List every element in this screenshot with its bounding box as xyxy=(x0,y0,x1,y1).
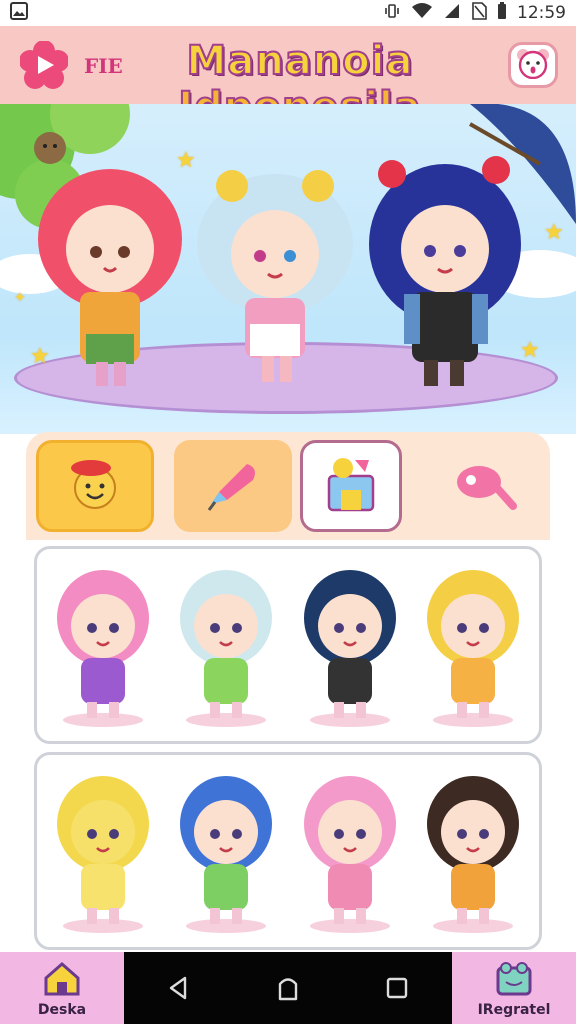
hero-character-1 xyxy=(38,169,182,386)
home-circle-icon xyxy=(278,978,298,1001)
hero-character-3 xyxy=(369,156,521,386)
character-avatar xyxy=(56,776,149,933)
character-card[interactable] xyxy=(167,555,285,735)
app-header: FIE Mananoia Idponesila xyxy=(0,26,576,129)
character-avatar xyxy=(303,570,396,727)
hero-character-2 xyxy=(197,170,353,382)
bear-face-icon xyxy=(515,47,551,83)
tab-treats[interactable] xyxy=(426,440,544,532)
recents-square-icon xyxy=(387,977,408,999)
character-avatar xyxy=(180,570,273,727)
back-triangle-icon xyxy=(169,976,186,1000)
character-avatar xyxy=(180,776,273,933)
battery-icon xyxy=(497,2,507,24)
recents-button[interactable] xyxy=(377,968,417,1008)
character-avatar xyxy=(427,570,520,727)
character-card[interactable] xyxy=(414,555,532,735)
status-time: 12:59 xyxy=(517,3,566,23)
character-avatar xyxy=(427,776,520,933)
nav-iregratel[interactable]: IRegratel xyxy=(452,952,576,1024)
character-row-2 xyxy=(34,752,542,950)
character-card[interactable] xyxy=(44,761,162,941)
frog-card-icon xyxy=(494,960,534,1000)
nav-deska[interactable]: Deska xyxy=(0,952,124,1024)
character-card[interactable] xyxy=(44,555,162,735)
hero-characters xyxy=(38,156,521,386)
brush-icon xyxy=(201,452,265,520)
home-button[interactable] xyxy=(268,968,308,1008)
app-title-line1: Mananoia xyxy=(186,38,414,84)
tab-faces[interactable] xyxy=(36,440,154,532)
header-badge: FIE xyxy=(84,54,123,78)
signal-icon xyxy=(443,2,461,24)
character-card[interactable] xyxy=(167,761,285,941)
play-flower-icon[interactable] xyxy=(19,40,69,89)
character-avatar xyxy=(303,776,396,933)
tab-paint[interactable] xyxy=(174,440,292,532)
character-card[interactable] xyxy=(291,555,409,735)
back-button[interactable] xyxy=(159,968,199,1008)
character-row-1 xyxy=(34,546,542,744)
profile-button[interactable] xyxy=(508,42,558,88)
gallery-icon xyxy=(10,2,28,24)
character-avatar xyxy=(56,570,149,727)
tab-wardrobe[interactable] xyxy=(300,440,402,532)
character-card[interactable] xyxy=(414,761,532,941)
status-bar: 12:59 xyxy=(0,0,576,26)
category-tabs xyxy=(36,440,546,534)
nav-deska-label: Deska xyxy=(37,1002,87,1018)
character-panel xyxy=(26,432,550,950)
hero-scene: ★ ★ ★ ★ ✦ xyxy=(0,104,576,434)
character-grid xyxy=(26,540,550,950)
no-sim-icon xyxy=(471,2,487,24)
smiley-hat-icon xyxy=(63,452,127,520)
nav-iregratel-label: IRegratel xyxy=(477,1002,551,1018)
candy-icon xyxy=(449,452,521,520)
character-card[interactable] xyxy=(291,761,409,941)
status-icons: 12:59 xyxy=(383,2,566,24)
system-navigation-bar xyxy=(124,952,452,1024)
wifi-icon xyxy=(411,2,433,24)
vibrate-icon xyxy=(383,2,401,24)
house-icon xyxy=(42,960,82,1000)
wardrobe-icon xyxy=(321,452,381,520)
